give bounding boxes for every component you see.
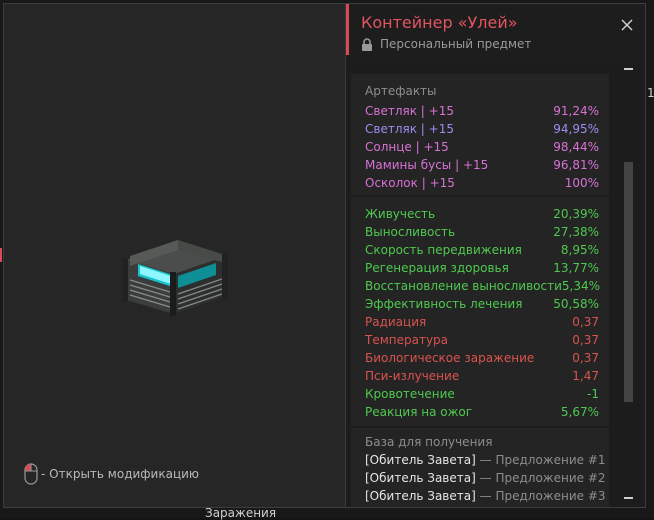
- lock-icon: [362, 37, 372, 51]
- item-subtitle: Персональный предмет: [361, 37, 531, 51]
- acquisition-row: [Обитель Завета] — Предложение #3: [365, 489, 606, 503]
- stat-name: Биологическое заражение: [365, 351, 535, 365]
- stat-row: Эффективность лечения 50,58%: [365, 295, 599, 313]
- acquisition-separator: —: [479, 471, 492, 485]
- stat-value: 1,47: [572, 369, 599, 383]
- stat-row: Скорость передвижения 8,95%: [365, 241, 599, 259]
- acquisition-base-heading: База для получения: [365, 435, 493, 449]
- stat-name: Восстановление выносливости: [365, 279, 562, 293]
- stat-value: 0,37: [572, 333, 599, 347]
- artifact-value: 98,44%: [553, 140, 599, 154]
- item-preview-pane: - Открыть модификацию: [4, 4, 345, 507]
- stat-value: 13,77%: [553, 261, 599, 275]
- stat-row: Регенерация здоровья 13,77%: [365, 259, 599, 277]
- artifact-row: Осколок | +15 100%: [365, 174, 599, 192]
- open-modification-label: - Открыть модификацию: [41, 467, 200, 481]
- stat-row: Температура 0,37: [365, 331, 599, 349]
- item-title: Контейнер «Улей»: [361, 13, 518, 32]
- stat-value: 5,34%: [561, 279, 600, 293]
- stat-row: Восстановление выносливости 5,34%: [365, 277, 600, 295]
- stat-row: Живучесть 20,39%: [365, 205, 599, 223]
- acquisition-offer: Предложение #1: [495, 453, 606, 467]
- personal-item-label: Персональный предмет: [380, 37, 532, 51]
- mouse-left-click-icon: [24, 463, 38, 485]
- acquisition-separator: —: [479, 489, 492, 503]
- artifact-name: Мамины бусы | +15: [365, 158, 489, 172]
- background-number: 1: [647, 86, 654, 100]
- acquisition-base-section: База для получения [Обитель Завета] — Пр…: [351, 428, 609, 507]
- artifact-name: Светляк | +15: [365, 122, 454, 136]
- stat-value: 20,39%: [553, 207, 599, 221]
- artifact-value: 94,95%: [553, 122, 599, 136]
- artifact-row: Светляк | +15 94,95%: [365, 120, 599, 138]
- background-accent-mark: [0, 248, 2, 262]
- stats-section: Живучесть 20,39% Выносливость 27,38% Скоро…: [351, 197, 609, 426]
- stat-row: Радиация 0,37: [365, 313, 599, 331]
- stat-name: Скорость передвижения: [365, 243, 522, 257]
- item-header: Контейнер «Улей» Персональный предмет: [346, 4, 645, 60]
- stat-value: 8,95%: [560, 243, 599, 257]
- artifacts-heading: Артефакты: [365, 84, 437, 98]
- artifact-name: Солнце | +15: [365, 140, 449, 154]
- artifact-value: 91,24%: [553, 104, 599, 118]
- artifact-name: Светляк | +15: [365, 104, 454, 118]
- stat-name: Регенерация здоровья: [365, 261, 509, 275]
- open-modification-hint: - Открыть модификацию: [24, 463, 199, 485]
- item-details-window: - Открыть модификацию Контейнер «Улей» П…: [3, 3, 646, 508]
- stat-name: Кровотечение: [365, 387, 455, 401]
- scrollbar-bottom-cap: [624, 497, 633, 499]
- acquisition-source: [Обитель Завета]: [365, 453, 476, 467]
- scrollbar-thumb[interactable]: [624, 162, 633, 402]
- stat-row: Биологическое заражение 0,37: [365, 349, 599, 367]
- artifact-row: Солнце | +15 98,44%: [365, 138, 599, 156]
- stat-name: Живучесть: [365, 207, 436, 221]
- stat-name: Выносливость: [365, 225, 456, 239]
- acquisition-source: [Обитель Завета]: [365, 471, 476, 485]
- stat-row: Реакция на ожог 5,67%: [365, 403, 599, 421]
- stat-value: 0,37: [572, 315, 599, 329]
- stat-value: 0,37: [572, 351, 599, 365]
- stat-name: Пси-излучение: [365, 369, 460, 383]
- acquisition-offer: Предложение #2: [495, 471, 606, 485]
- stat-value: 50,58%: [553, 297, 599, 311]
- artifacts-section: Артефакты Светляк | +15 91,24% Светляк | …: [351, 74, 609, 195]
- stat-name: Радиация: [365, 315, 427, 329]
- acquisition-offer: Предложение #3: [495, 489, 606, 503]
- close-icon[interactable]: [619, 17, 635, 33]
- stat-value: -1: [587, 387, 599, 401]
- artifact-value: 96,81%: [553, 158, 599, 172]
- acquisition-source: [Обитель Завета]: [365, 489, 476, 503]
- header-accent-bar: [346, 4, 349, 55]
- stat-value: 5,67%: [560, 405, 599, 419]
- stat-row: Выносливость 27,38%: [365, 223, 599, 241]
- item-stats-scroll-area[interactable]: Артефакты Светляк | +15 91,24% Светляк | …: [346, 62, 609, 507]
- artifact-name: Осколок | +15: [365, 176, 455, 190]
- stat-value: 27,38%: [553, 225, 599, 239]
- acquisition-row: [Обитель Завета] — Предложение #2: [365, 471, 606, 485]
- stat-row: Кровотечение -1: [365, 385, 599, 403]
- artifact-value: 100%: [564, 176, 599, 190]
- item-info-panel: Контейнер «Улей» Персональный предмет Ар…: [346, 4, 645, 507]
- artifact-row: Светляк | +15 91,24%: [365, 102, 599, 120]
- stat-name: Температура: [365, 333, 449, 347]
- artifact-row: Мамины бусы | +15 96,81%: [365, 156, 599, 174]
- scrollbar-top-cap: [624, 68, 633, 70]
- stat-name: Эффективность лечения: [365, 297, 523, 311]
- hive-container-icon: [122, 240, 228, 316]
- acquisition-row: [Обитель Завета] — Предложение #1: [365, 453, 606, 467]
- acquisition-separator: —: [479, 453, 492, 467]
- stat-row: Пси-излучение 1,47: [365, 367, 599, 385]
- stat-name: Реакция на ожог: [365, 405, 473, 419]
